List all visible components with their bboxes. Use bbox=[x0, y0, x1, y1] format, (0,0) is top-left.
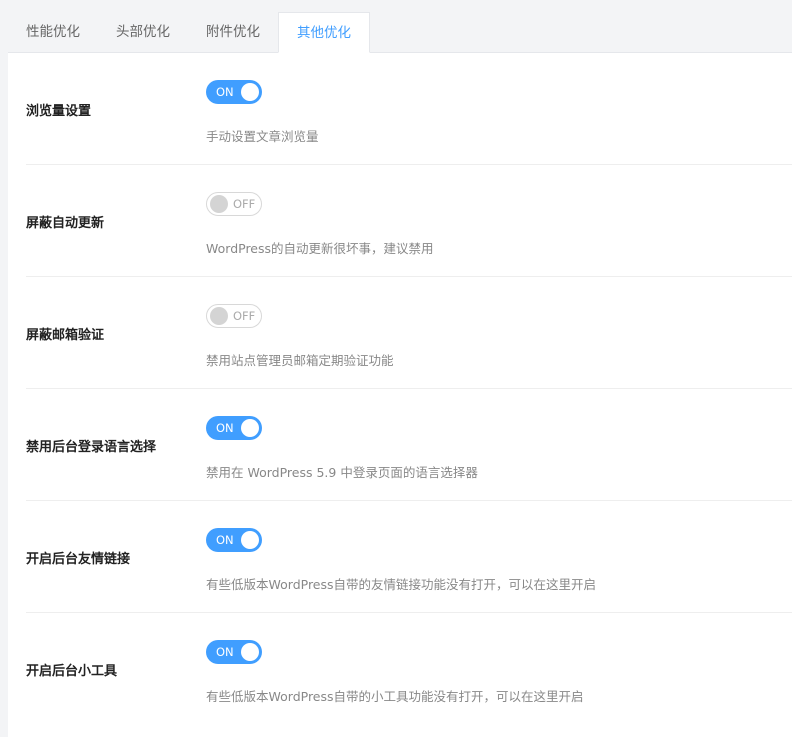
tab-performance[interactable]: 性能优化 bbox=[8, 12, 98, 52]
toggle-switch[interactable]: ON bbox=[206, 528, 262, 552]
setting-label: 屏蔽自动更新 bbox=[26, 216, 105, 231]
toggle-switch[interactable]: OFF bbox=[206, 192, 262, 216]
tab-other[interactable]: 其他优化 bbox=[278, 12, 370, 53]
settings-page: 性能优化 头部优化 附件优化 其他优化 浏览量设置 ON 手动设置文章浏览量 屏… bbox=[0, 0, 792, 737]
setting-description: 禁用在 WordPress 5.9 中登录页面的语言选择器 bbox=[206, 465, 478, 480]
toggle-knob bbox=[241, 83, 259, 101]
setting-row-auto-update: 屏蔽自动更新 OFF WordPress的自动更新很坏事，建议禁用 bbox=[26, 165, 792, 277]
setting-description: 禁用站点管理员邮箱定期验证功能 bbox=[206, 353, 394, 368]
setting-row-friend-links: 开启后台友情链接 ON 有些低版本WordPress自带的友情链接功能没有打开，… bbox=[26, 501, 792, 613]
toggle-state-text: ON bbox=[216, 645, 234, 659]
toggle-knob bbox=[210, 307, 228, 325]
toggle-knob bbox=[241, 531, 259, 549]
setting-row-email-verify: 屏蔽邮箱验证 OFF 禁用站点管理员邮箱定期验证功能 bbox=[26, 277, 792, 389]
toggle-state-text: ON bbox=[216, 421, 234, 435]
settings-panel: 浏览量设置 ON 手动设置文章浏览量 屏蔽自动更新 OFF WordPress的… bbox=[8, 53, 792, 737]
toggle-switch[interactable]: ON bbox=[206, 416, 262, 440]
tab-header[interactable]: 头部优化 bbox=[98, 12, 188, 52]
setting-description: 有些低版本WordPress自带的友情链接功能没有打开，可以在这里开启 bbox=[206, 577, 597, 592]
toggle-state-text: ON bbox=[216, 85, 234, 99]
setting-label: 开启后台友情链接 bbox=[26, 552, 131, 567]
setting-label: 浏览量设置 bbox=[26, 104, 92, 119]
setting-row-login-language: 禁用后台登录语言选择 ON 禁用在 WordPress 5.9 中登录页面的语言… bbox=[26, 389, 792, 501]
toggle-state-text: OFF bbox=[233, 309, 256, 323]
toggle-switch[interactable]: OFF bbox=[206, 304, 262, 328]
toggle-knob bbox=[210, 195, 228, 213]
toggle-state-text: OFF bbox=[233, 197, 256, 211]
setting-description: WordPress的自动更新很坏事，建议禁用 bbox=[206, 241, 434, 256]
setting-row-view-count: 浏览量设置 ON 手动设置文章浏览量 bbox=[26, 53, 792, 165]
tab-attachment[interactable]: 附件优化 bbox=[188, 12, 278, 52]
toggle-switch[interactable]: ON bbox=[206, 80, 262, 104]
setting-label: 禁用后台登录语言选择 bbox=[26, 440, 157, 455]
setting-description: 手动设置文章浏览量 bbox=[206, 129, 319, 144]
toggle-state-text: ON bbox=[216, 533, 234, 547]
setting-row-widgets: 开启后台小工具 ON 有些低版本WordPress自带的小工具功能没有打开，可以… bbox=[26, 613, 792, 725]
toggle-knob bbox=[241, 643, 259, 661]
tab-bar: 性能优化 头部优化 附件优化 其他优化 bbox=[8, 12, 792, 53]
setting-description: 有些低版本WordPress自带的小工具功能没有打开，可以在这里开启 bbox=[206, 689, 584, 704]
setting-label: 屏蔽邮箱验证 bbox=[26, 328, 105, 343]
toggle-switch[interactable]: ON bbox=[206, 640, 262, 664]
setting-label: 开启后台小工具 bbox=[26, 664, 118, 679]
toggle-knob bbox=[241, 419, 259, 437]
